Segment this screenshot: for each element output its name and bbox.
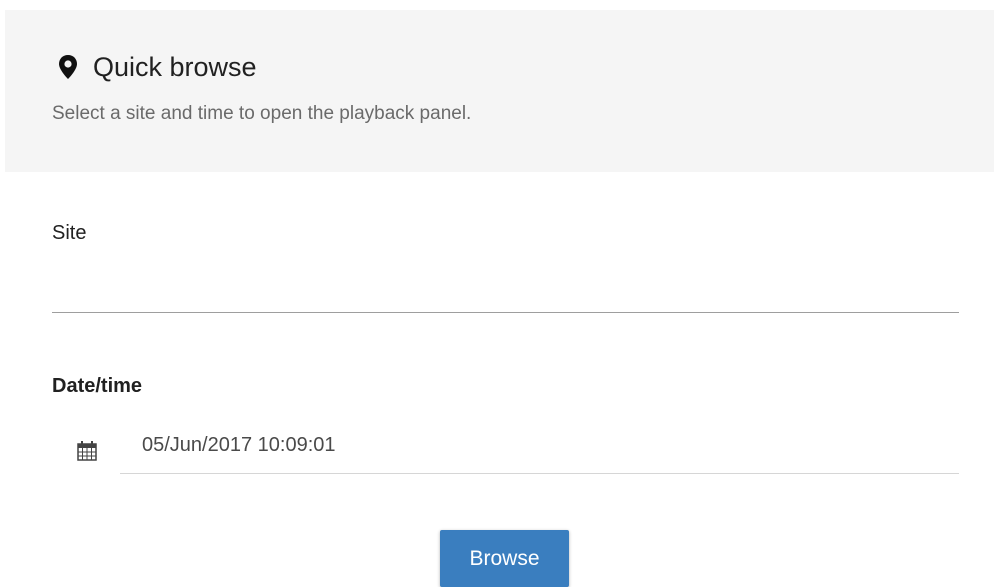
page-subtitle: Select a site and time to open the playb…: [52, 103, 472, 124]
calendar-icon[interactable]: [76, 440, 98, 462]
page-title: Quick browse: [93, 52, 257, 82]
site-label: Site: [52, 222, 87, 244]
title-row: Quick browse: [57, 50, 257, 84]
datetime-input[interactable]: 05/Jun/2017 10:09:01: [120, 428, 959, 474]
browse-button[interactable]: Browse: [440, 530, 569, 587]
datetime-label: Date/time: [52, 375, 143, 397]
quick-browse-page: Quick browse Select a site and time to o…: [0, 0, 994, 587]
site-input[interactable]: [52, 258, 959, 313]
map-marker-icon: [57, 54, 79, 80]
header-panel: [5, 10, 994, 172]
